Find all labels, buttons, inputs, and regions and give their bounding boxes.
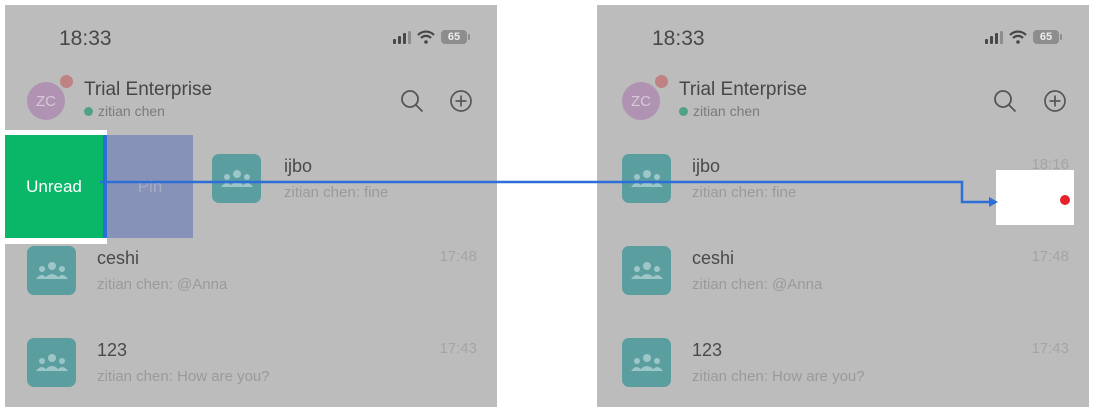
annotation-arrow (100, 180, 998, 207)
